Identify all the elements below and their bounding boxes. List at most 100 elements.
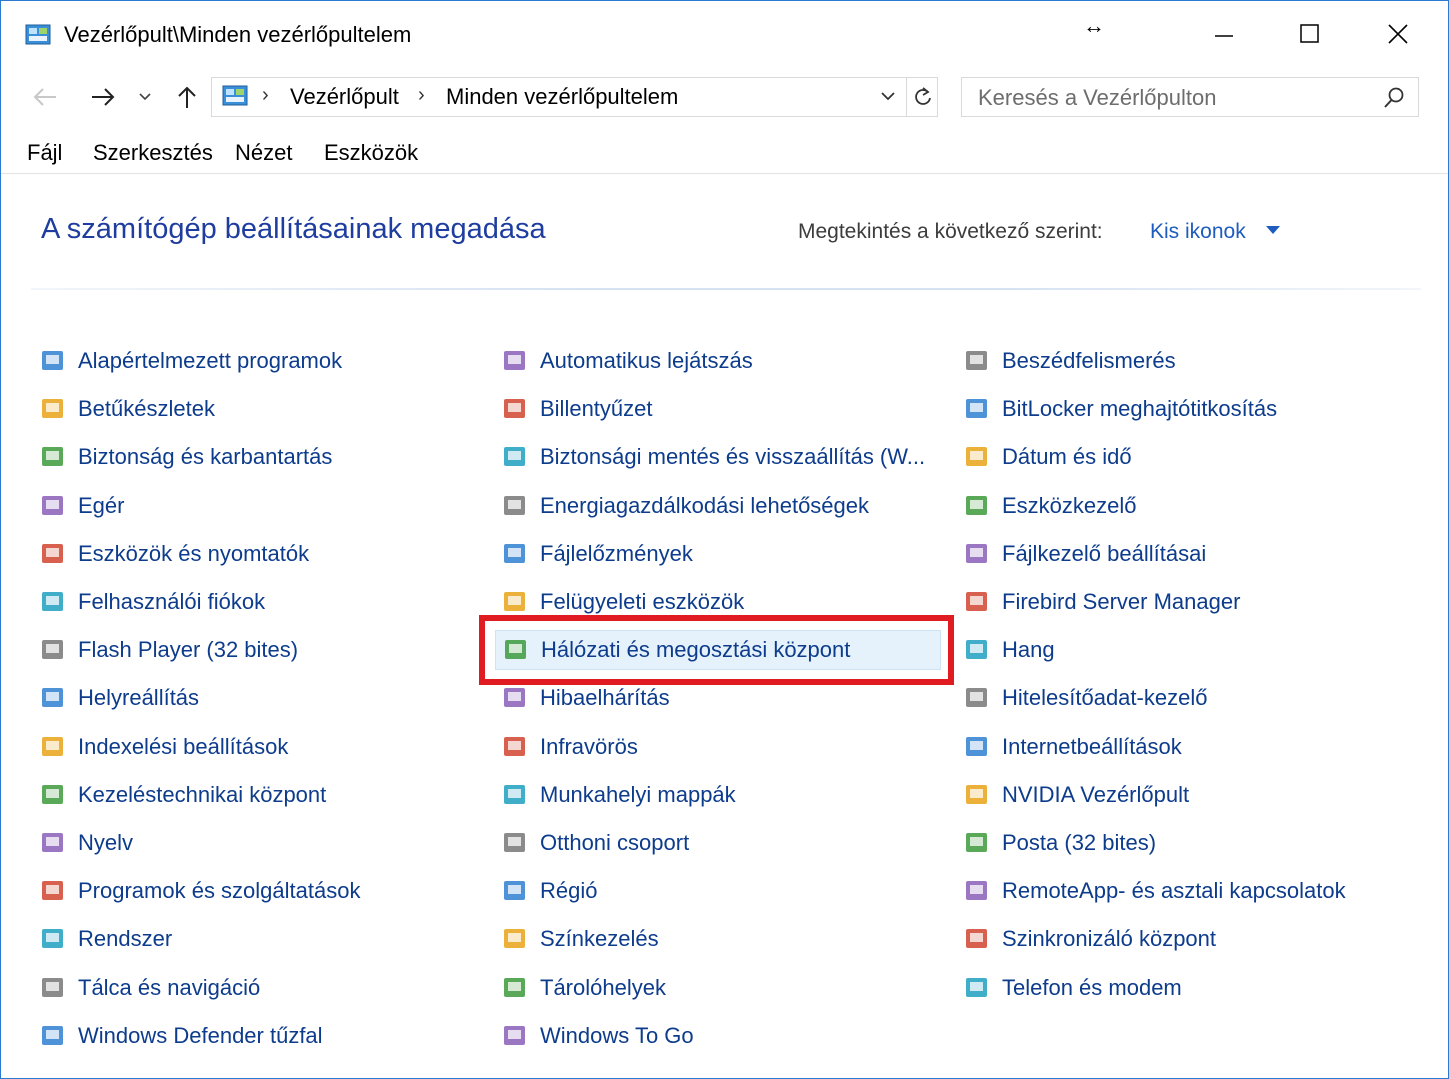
back-arrow-icon <box>33 88 56 106</box>
cp-item-label: Programok és szolgáltatások <box>78 878 361 904</box>
cp-item[interactable]: Színkezelés <box>501 919 659 959</box>
cp-item[interactable]: Indexelési beállítások <box>39 727 288 767</box>
cp-item-label: Rendszer <box>78 926 173 952</box>
up-button[interactable] <box>171 81 203 113</box>
mail-icon <box>966 833 987 852</box>
view-by-label: Megtekintés a következő szerint: <box>798 220 1103 243</box>
cp-item[interactable]: Programok és szolgáltatások <box>39 871 360 911</box>
cp-item[interactable]: Biztonsági mentés és visszaállítás (W... <box>501 437 925 477</box>
cp-item-label: Színkezelés <box>540 926 659 952</box>
cp-item[interactable]: Automatikus lejátszás <box>501 341 753 381</box>
menu-view[interactable]: Nézet <box>235 139 292 167</box>
cp-item[interactable]: Felhasználói fiókok <box>39 582 265 622</box>
cp-item-label: BitLocker meghajtótitkosítás <box>1002 396 1278 422</box>
cp-item[interactable]: Egér <box>39 486 124 526</box>
cp-item[interactable]: Szinkronizáló központ <box>963 919 1216 959</box>
clock-icon <box>966 447 987 467</box>
cp-item[interactable]: Nyelv <box>39 823 133 863</box>
phone-modem-icon <box>966 977 987 997</box>
menu-edit[interactable]: Szerkesztés <box>93 139 213 167</box>
taskbar-icon <box>42 977 63 997</box>
breadcrumb-separator-icon[interactable]: › <box>418 84 425 107</box>
remoteapp-icon <box>966 881 987 901</box>
cp-item[interactable]: Infravörös <box>501 727 638 767</box>
power-icon <box>504 495 525 515</box>
header-divider <box>31 288 1421 290</box>
keyboard-icon <box>504 399 525 419</box>
cp-item[interactable]: Telefon és modem <box>963 968 1182 1008</box>
search-icon[interactable] <box>1382 86 1406 110</box>
cp-item-label: Hang <box>1002 637 1055 663</box>
address-bar[interactable]: › Vezérlőpult › Minden vezérlőpultelem <box>211 77 938 117</box>
cp-item[interactable]: Billentyűzet <box>501 389 653 429</box>
sync-center-icon <box>966 929 987 949</box>
cp-item[interactable]: Hálózati és megosztási központ <box>495 630 941 671</box>
cp-item[interactable]: Otthoni csoport <box>501 823 689 863</box>
cp-item[interactable]: Windows Defender tűzfal <box>39 1016 323 1056</box>
recent-locations-button[interactable] <box>134 81 156 113</box>
cp-item[interactable]: Biztonság és karbantartás <box>39 437 332 477</box>
cp-item[interactable]: Helyreállítás <box>39 678 199 718</box>
back-button[interactable] <box>29 81 61 113</box>
cp-item[interactable]: Firebird Server Manager <box>963 582 1240 622</box>
cp-item-label: Felhasználói fiókok <box>78 589 266 614</box>
cp-item-label: Infravörös <box>540 733 638 759</box>
cp-item[interactable]: Régió <box>501 871 597 911</box>
search-input[interactable]: Keresés a Vezérlőpulton <box>961 77 1419 117</box>
breadcrumb-all-items[interactable]: Minden vezérlőpultelem <box>446 84 678 110</box>
caret-down-icon[interactable] <box>1266 226 1280 234</box>
cp-item[interactable]: Betűkészletek <box>39 389 215 429</box>
cp-item[interactable]: Eszközök és nyomtatók <box>39 534 309 574</box>
cp-item[interactable]: Felügyeleti eszközök <box>501 582 744 622</box>
cp-item[interactable]: Internetbeállítások <box>963 727 1182 767</box>
cp-item[interactable]: Flash Player (32 bites) <box>39 630 298 670</box>
cp-item-label: Telefon és modem <box>1002 974 1182 1000</box>
control-panel-icon <box>25 24 51 45</box>
flash-icon <box>42 640 63 660</box>
flag-icon <box>42 447 63 467</box>
cp-item[interactable]: RemoteApp- és asztali kapcsolatok <box>963 871 1346 911</box>
close-button[interactable] <box>1363 9 1433 59</box>
cp-item-label: Tárolóhelyek <box>540 974 666 1000</box>
cp-item[interactable]: Dátum és idő <box>963 437 1132 477</box>
breadcrumb-control-panel[interactable]: Vezérlőpult <box>290 84 399 110</box>
language-icon <box>42 833 63 852</box>
cp-item[interactable]: BitLocker meghajtótitkosítás <box>963 389 1277 429</box>
maximize-button[interactable] <box>1275 9 1345 59</box>
cp-item[interactable]: Munkahelyi mappák <box>501 775 736 815</box>
cp-item[interactable]: Tárolóhelyek <box>501 968 666 1008</box>
firebird-icon <box>966 592 987 611</box>
cp-item[interactable]: Fájlelőzmények <box>501 534 693 574</box>
cp-item-label: Nyelv <box>78 830 134 855</box>
breadcrumb-separator-icon[interactable]: › <box>262 84 269 107</box>
cp-item[interactable]: Posta (32 bites) <box>963 823 1156 863</box>
cp-item[interactable]: Hang <box>963 630 1055 670</box>
cp-item[interactable]: Hitelesítőadat-kezelő <box>963 678 1207 718</box>
minimize-button[interactable] <box>1189 9 1259 59</box>
chevron-down-icon <box>881 92 895 101</box>
cp-item[interactable]: Beszédfelismerés <box>963 341 1176 381</box>
device-manager-icon <box>966 495 987 515</box>
cp-item-label: Helyreállítás <box>78 685 200 711</box>
cp-item[interactable]: Rendszer <box>39 919 172 959</box>
view-by-dropdown[interactable]: Kis ikonok <box>1150 220 1246 244</box>
network-icon <box>505 640 526 660</box>
menu-file[interactable]: Fájl <box>27 139 62 167</box>
cp-item[interactable]: Alapértelmezett programok <box>39 341 342 381</box>
cp-item[interactable]: Hibaelhárítás <box>501 678 670 718</box>
cp-item[interactable]: Tálca és navigáció <box>39 968 260 1008</box>
cp-item[interactable]: Windows To Go <box>501 1016 694 1056</box>
address-dropdown-button[interactable] <box>880 86 896 107</box>
cp-item[interactable]: NVIDIA Vezérlőpult <box>963 775 1189 815</box>
forward-button[interactable] <box>87 81 119 113</box>
menu-tools[interactable]: Eszközök <box>324 139 418 167</box>
cp-item[interactable]: Eszközkezelő <box>963 486 1137 526</box>
cp-item[interactable]: Fájlkezelő beállításai <box>963 534 1206 574</box>
refresh-button[interactable] <box>906 78 939 116</box>
nvidia-icon <box>966 784 987 804</box>
cp-item[interactable]: Kezeléstechnikai központ <box>39 775 326 815</box>
cp-item-label: Kezeléstechnikai központ <box>78 781 327 807</box>
maximize-icon <box>1300 24 1319 43</box>
cp-item[interactable]: Energiagazdálkodási lehetőségek <box>501 486 869 526</box>
fonts-icon <box>42 399 63 419</box>
